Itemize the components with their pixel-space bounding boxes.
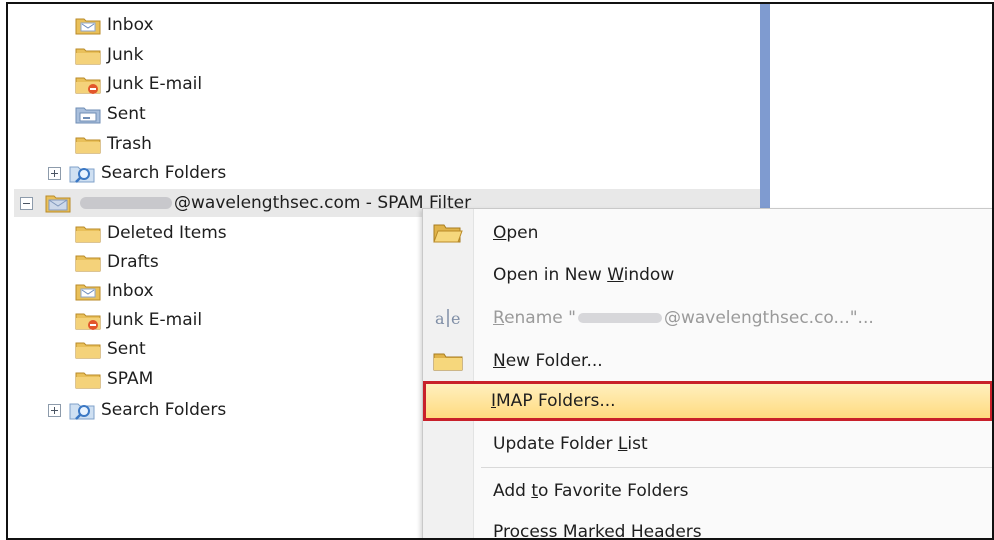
inbox-folder-icon <box>74 280 102 302</box>
folder-icon <box>74 44 102 66</box>
open-folder-icon <box>431 219 465 247</box>
expand-plus-icon[interactable] <box>48 404 61 417</box>
new-folder-icon <box>431 347 465 375</box>
folder-junk[interactable]: Junk <box>74 41 143 69</box>
menu-separator <box>481 467 992 468</box>
folder-icon <box>74 133 102 155</box>
menu-item-new-folder[interactable]: New Folder... <box>425 341 992 381</box>
menu-item-add-to-favorites[interactable]: Add to Favorite Folders <box>425 471 992 511</box>
menu-item-imap-folders[interactable]: IMAP Folders... <box>423 381 992 421</box>
outlook-window: Inbox Junk Junk E-mail Sent Trash Search… <box>6 2 994 540</box>
inbox-folder-icon <box>74 14 102 36</box>
folder-trash[interactable]: Trash <box>74 130 152 158</box>
folder-junk-email-account[interactable]: Junk E-mail <box>74 306 202 334</box>
rename-icon: ae <box>431 304 465 332</box>
folder-search-folders-account[interactable]: Search Folders <box>48 396 226 424</box>
expand-plus-icon[interactable] <box>48 167 61 180</box>
collapse-minus-icon[interactable] <box>20 197 33 210</box>
folder-sent-account[interactable]: Sent <box>74 335 146 363</box>
folder-junk-email[interactable]: Junk E-mail <box>74 70 202 98</box>
redacted-username <box>80 197 172 209</box>
folder-spam[interactable]: SPAM <box>74 365 153 393</box>
svg-text:e: e <box>451 309 460 328</box>
folder-drafts[interactable]: Drafts <box>74 248 159 276</box>
menu-item-update-folder-list[interactable]: Update Folder List <box>425 424 992 464</box>
folder-sent[interactable]: Sent <box>74 100 146 128</box>
menu-item-process-marked-headers[interactable]: Process Marked Headers <box>425 512 992 538</box>
folder-icon <box>74 251 102 273</box>
search-folder-icon <box>68 162 96 184</box>
context-menu: Open Open in New Window ae Rename " @wave… <box>422 208 992 538</box>
folder-inbox-account[interactable]: Inbox <box>74 277 154 305</box>
folder-search-folders[interactable]: Search Folders <box>48 159 226 187</box>
junk-email-folder-icon <box>74 73 102 95</box>
folder-icon <box>74 222 102 244</box>
menu-item-open-new-window[interactable]: Open in New Window <box>425 255 992 295</box>
redacted-username <box>577 313 662 323</box>
folder-deleted-items[interactable]: Deleted Items <box>74 219 227 247</box>
mailbox-folder-icon <box>44 192 72 214</box>
svg-text:a: a <box>435 309 445 328</box>
search-folder-icon <box>68 399 96 421</box>
sent-folder-icon <box>74 103 102 125</box>
folder-icon <box>74 368 102 390</box>
menu-item-rename: ae Rename " @wavelengthsec.co..."... <box>425 298 992 338</box>
junk-email-folder-icon <box>74 309 102 331</box>
folder-inbox[interactable]: Inbox <box>74 11 154 39</box>
folder-icon <box>74 338 102 360</box>
menu-item-open[interactable]: Open <box>425 213 992 253</box>
